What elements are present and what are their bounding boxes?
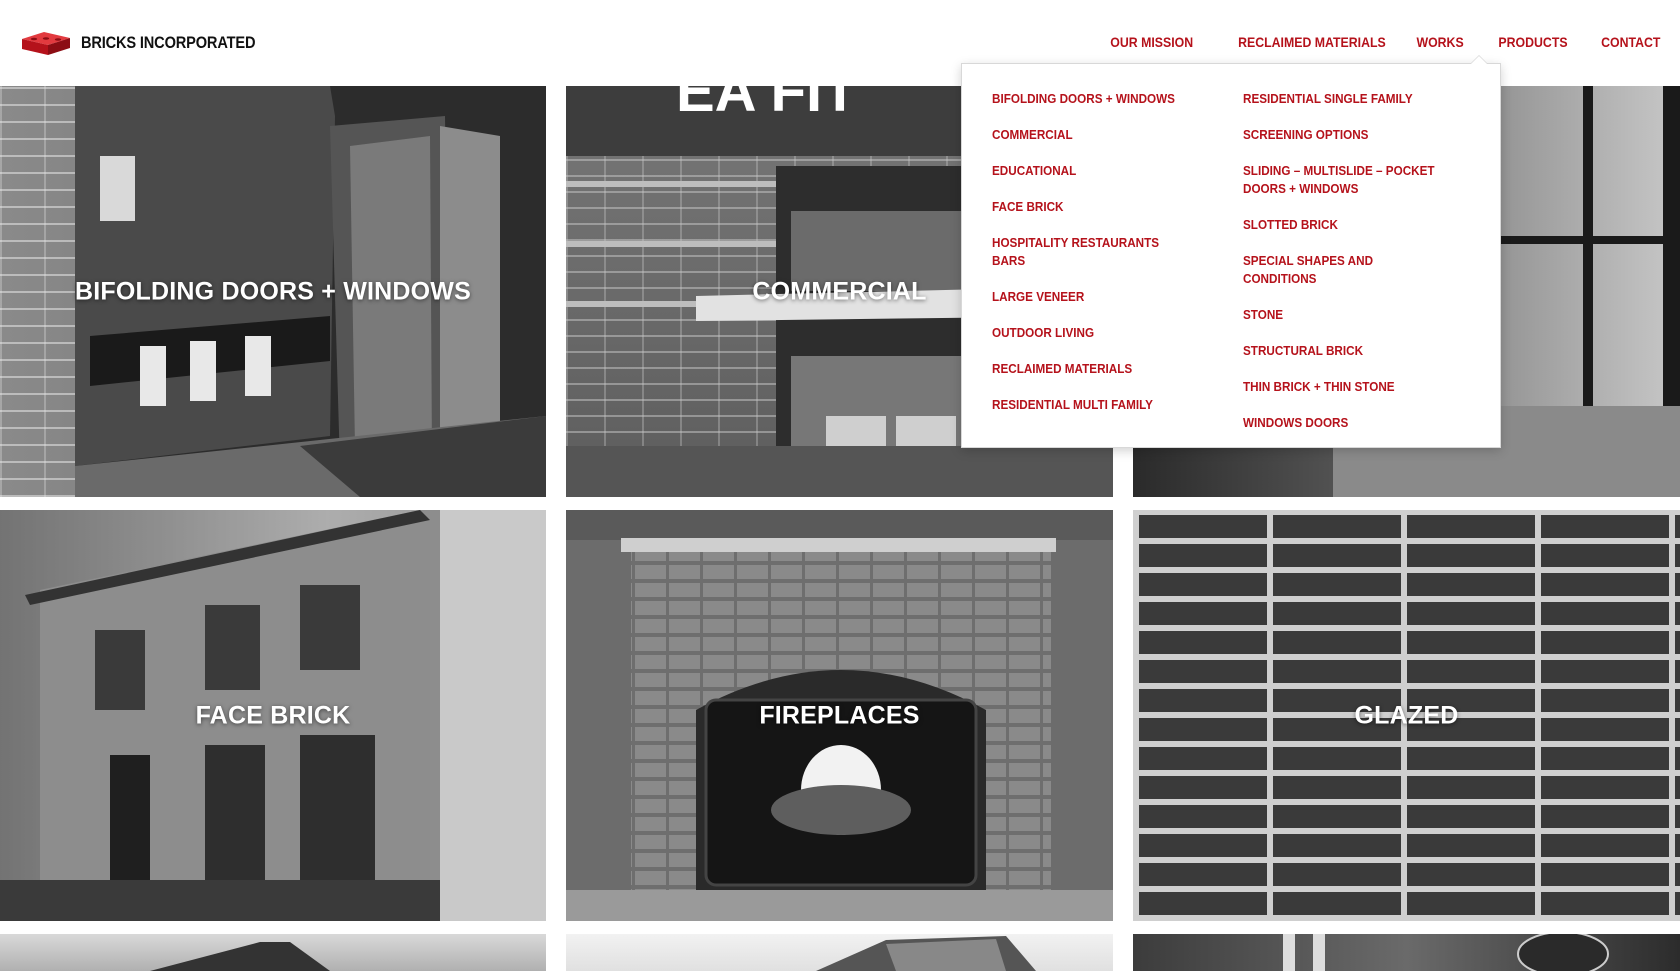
brick-logo-icon [22,32,70,55]
nav-reclaimed-materials[interactable]: RECLAIMED MATERIALS [1238,34,1386,50]
tile-photo-shapes [150,942,330,971]
brand-name: BRICKS INCORPORATED [81,33,256,52]
tile-row3-1[interactable] [0,934,546,971]
dropdown-item-bifolding-doors-windows[interactable]: BIFOLDING DOORS + WINDOWS [992,90,1195,108]
tile-title: BIFOLDING DOORS + WINDOWS [75,277,471,305]
main-nav: OUR MISSION RECLAIMED MATERIALS WORKS PR… [1074,34,1660,50]
tile-title: FACE BRICK [195,701,351,729]
tile-glazed[interactable]: GLAZED [1133,510,1680,921]
dropdown-item-slotted-brick[interactable]: SLOTTED BRICK [1243,216,1446,234]
nav-products[interactable]: PRODUCTS [1498,34,1567,50]
tile-fireplaces[interactable]: FIREPLACES [566,510,1113,921]
tile-title: FIREPLACES [759,701,920,729]
dropdown-item-residential-single-family[interactable]: RESIDENTIAL SINGLE FAMILY [1243,90,1446,108]
tile-row3-2[interactable] [566,934,1113,971]
dropdown-item-educational[interactable]: EDUCATIONAL [992,162,1195,180]
dropdown-item-structural-brick[interactable]: STRUCTURAL BRICK [1243,342,1446,360]
nav-our-mission[interactable]: OUR MISSION [1110,34,1193,50]
works-dropdown-menu: BIFOLDING DOORS + WINDOWS COMMERCIAL EDU… [961,55,1501,450]
tile-row3-3[interactable] [1133,934,1680,971]
nav-contact[interactable]: CONTACT [1601,34,1660,50]
tile-photo-shapes [1283,934,1609,971]
tile-face-brick[interactable]: FACE BRICK [0,510,546,921]
dropdown-item-outdoor-living[interactable]: OUTDOOR LIVING [992,324,1195,342]
dropdown-item-stone[interactable]: STONE [1243,306,1446,324]
dropdown-item-special-shapes[interactable]: SPECIAL SHAPES AND CONDITIONS [1243,252,1446,288]
svg-text:EA FIT: EA FIT [676,86,858,124]
logo-link[interactable]: BRICKS INCORPORATED [20,30,284,56]
tile-photo-shapes [816,936,1036,971]
dropdown-item-thin-brick-thin-stone[interactable]: THIN BRICK + THIN STONE [1243,378,1446,396]
dropdown-column-1: BIFOLDING DOORS + WINDOWS COMMERCIAL EDU… [992,90,1217,432]
dropdown-column-2: RESIDENTIAL SINGLE FAMILY SCREENING OPTI… [1243,90,1468,450]
tile-title: GLAZED [1354,701,1459,729]
dropdown-item-large-veneer[interactable]: LARGE VENEER [992,288,1195,306]
dropdown-item-residential-multi-family[interactable]: RESIDENTIAL MULTI FAMILY [992,396,1195,414]
tile-bifolding-doors-windows[interactable]: BIFOLDING DOORS + WINDOWS [0,86,546,497]
dropdown-item-reclaimed-materials[interactable]: RECLAIMED MATERIALS [992,360,1195,378]
dropdown-item-commercial[interactable]: COMMERCIAL [992,126,1195,144]
dropdown-item-screening-options[interactable]: SCREENING OPTIONS [1243,126,1446,144]
nav-works[interactable]: WORKS [1417,34,1464,50]
dropdown-item-hospitality[interactable]: HOSPITALITY RESTAURANTS BARS [992,234,1195,270]
dropdown-item-windows-doors[interactable]: WINDOWS DOORS [1243,414,1446,432]
dropdown-item-sliding-doors-windows[interactable]: SLIDING – MULTISLIDE – POCKET DOORS + WI… [1243,162,1446,198]
dropdown-item-face-brick[interactable]: FACE BRICK [992,198,1195,216]
